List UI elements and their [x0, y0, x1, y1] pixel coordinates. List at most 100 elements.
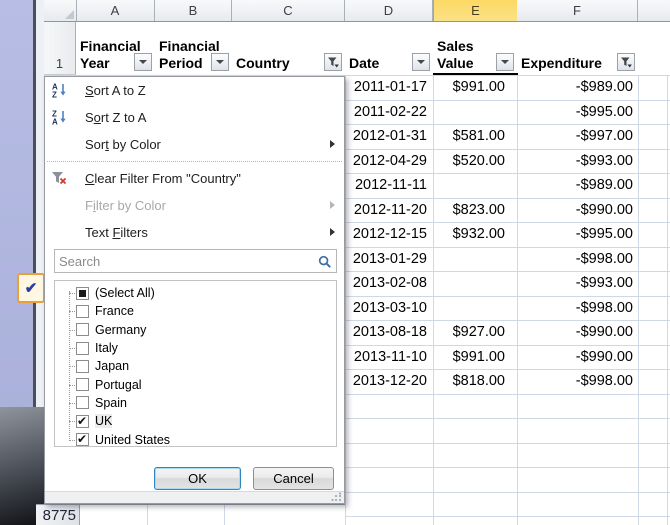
- row-header-8775[interactable]: 8775: [36, 505, 80, 525]
- filter-option-portugal[interactable]: Portugal: [55, 375, 336, 393]
- filter-option-label: Italy: [95, 341, 118, 355]
- cell-expenditure-6[interactable]: -$995.00: [517, 222, 637, 247]
- cell-expenditure-5[interactable]: -$990.00: [517, 198, 637, 223]
- cell-sales-4[interactable]: [433, 173, 516, 198]
- filter-option-japan[interactable]: Japan: [55, 357, 336, 375]
- cell-sales-1[interactable]: [433, 100, 516, 125]
- dropdown-arrow-icon: [417, 60, 425, 64]
- column-header-C[interactable]: C: [232, 0, 345, 21]
- select-all-corner[interactable]: [44, 0, 77, 21]
- cell-expenditure-3[interactable]: -$993.00: [517, 149, 637, 174]
- active-cell-border: [433, 73, 518, 76]
- cell-sales-8[interactable]: [433, 271, 516, 296]
- cell-sales-5[interactable]: $823.00: [433, 198, 516, 223]
- checkbox-indeterminate[interactable]: [76, 287, 89, 300]
- cell-date-5[interactable]: 2012-11-20: [345, 198, 432, 223]
- gridline: [224, 505, 225, 525]
- cell-date-4[interactable]: 2012-11-11: [345, 173, 432, 198]
- cell-expenditure-11[interactable]: -$990.00: [517, 345, 637, 370]
- filter-option-italy[interactable]: Italy: [55, 339, 336, 357]
- cell-date-7[interactable]: 2013-01-29: [345, 247, 432, 272]
- column-header-E[interactable]: E: [433, 0, 518, 21]
- menu-item-text-filters[interactable]: Text Filters: [45, 219, 344, 246]
- cell-sales-6[interactable]: $932.00: [433, 222, 516, 247]
- filter-option-label: Portugal: [95, 378, 142, 392]
- cell-sales-0[interactable]: $991.00: [433, 75, 516, 100]
- submenu-arrow-icon: [330, 201, 335, 209]
- cell-expenditure-12[interactable]: -$998.00: [517, 369, 637, 394]
- cell-expenditure-7[interactable]: -$998.00: [517, 247, 637, 272]
- checkbox-checked[interactable]: [76, 415, 89, 428]
- checkbox-unchecked[interactable]: [76, 323, 89, 336]
- filter-option-spain[interactable]: Spain: [55, 394, 336, 412]
- cell-sales-3[interactable]: $520.00: [433, 149, 516, 174]
- filter-dropdown-button-A[interactable]: [134, 53, 152, 71]
- cell-expenditure-9[interactable]: -$998.00: [517, 296, 637, 321]
- checkbox-unchecked[interactable]: [76, 396, 89, 409]
- cell-expenditure-4[interactable]: -$989.00: [517, 173, 637, 198]
- floating-confirm-check-button[interactable]: ✔: [17, 273, 45, 303]
- menu-item-label: Text Filters: [85, 225, 148, 240]
- cell-sales-7[interactable]: [433, 247, 516, 272]
- cancel-button[interactable]: Cancel: [253, 467, 334, 490]
- cell-date-11[interactable]: 2013-11-10: [345, 345, 432, 370]
- row-header-1[interactable]: 1: [44, 22, 76, 75]
- ok-button[interactable]: OK: [154, 467, 241, 490]
- gridline: [147, 505, 148, 525]
- cell-date-3[interactable]: 2012-04-29: [345, 149, 432, 174]
- corner-triangle-icon: [65, 10, 74, 19]
- cell-expenditure-10[interactable]: -$990.00: [517, 320, 637, 345]
- cell-date-2[interactable]: 2012-01-31: [345, 124, 432, 149]
- cell-date-12[interactable]: 2013-12-20: [345, 369, 432, 394]
- cell-expenditure-0[interactable]: -$989.00: [517, 75, 637, 100]
- checkbox-unchecked[interactable]: [76, 305, 89, 318]
- checkbox-unchecked[interactable]: [76, 360, 89, 373]
- filter-option-france[interactable]: France: [55, 302, 336, 320]
- submenu-arrow-icon: [330, 228, 335, 236]
- bottom-row: 8775: [36, 504, 345, 525]
- cell-date-9[interactable]: 2013-03-10: [345, 296, 432, 321]
- filter-dropdown-button-E[interactable]: [496, 53, 514, 71]
- menu-item-clear-filter-from-country[interactable]: Clear Filter From "Country": [45, 165, 344, 192]
- column-header-F[interactable]: F: [517, 0, 638, 21]
- cell-expenditure-2[interactable]: -$997.00: [517, 124, 637, 149]
- cell-date-1[interactable]: 2011-02-22: [345, 100, 432, 125]
- cell-expenditure-8[interactable]: -$993.00: [517, 271, 637, 296]
- cell-sales-9[interactable]: [433, 296, 516, 321]
- column-header-G-sliver[interactable]: [638, 0, 670, 21]
- filter-option-label: Japan: [95, 359, 129, 373]
- menu-item-sort-z-to-a[interactable]: ZASort Z to A: [45, 104, 344, 131]
- checkbox-unchecked[interactable]: [76, 342, 89, 355]
- column-header-D[interactable]: D: [345, 0, 433, 21]
- cell-date-0[interactable]: 2011-01-17: [345, 75, 432, 100]
- filter-dropdown-button-D[interactable]: [412, 53, 430, 71]
- autofilter-menu: AZSort A to ZZASort Z to ASort by Color C…: [44, 76, 345, 504]
- search-input[interactable]: [55, 250, 336, 272]
- cell-expenditure-1[interactable]: -$995.00: [517, 100, 637, 125]
- checkbox-checked[interactable]: [76, 433, 89, 446]
- cell-sales-2[interactable]: $581.00: [433, 124, 516, 149]
- filter-option-label: (Select All): [95, 286, 155, 300]
- filter-option-label: Spain: [95, 396, 127, 410]
- search-icon[interactable]: [318, 255, 332, 274]
- cell-sales-11[interactable]: $991.00: [433, 345, 516, 370]
- filter-option-label: France: [95, 304, 134, 318]
- cell-date-10[interactable]: 2013-08-18: [345, 320, 432, 345]
- column-header-B[interactable]: B: [155, 0, 232, 21]
- filter-option-uk[interactable]: UK: [55, 412, 336, 430]
- filter-option-united-states[interactable]: United States: [55, 430, 336, 447]
- cell-sales-10[interactable]: $927.00: [433, 320, 516, 345]
- filter-applied-button-C[interactable]: [324, 53, 342, 71]
- resize-bar[interactable]: [45, 491, 344, 503]
- filter-applied-button-F[interactable]: [617, 53, 635, 71]
- menu-item-sort-by-color[interactable]: Sort by Color: [45, 131, 344, 158]
- cell-date-6[interactable]: 2012-12-15: [345, 222, 432, 247]
- menu-item-sort-a-to-z[interactable]: AZSort A to Z: [45, 77, 344, 104]
- cell-date-8[interactable]: 2013-02-08: [345, 271, 432, 296]
- filter-dropdown-button-B[interactable]: [211, 53, 229, 71]
- filter-option-select-all[interactable]: (Select All): [55, 284, 336, 302]
- checkbox-unchecked[interactable]: [76, 378, 89, 391]
- filter-option-germany[interactable]: Germany: [55, 321, 336, 339]
- cell-sales-12[interactable]: $818.00: [433, 369, 516, 394]
- column-header-A[interactable]: A: [76, 0, 155, 21]
